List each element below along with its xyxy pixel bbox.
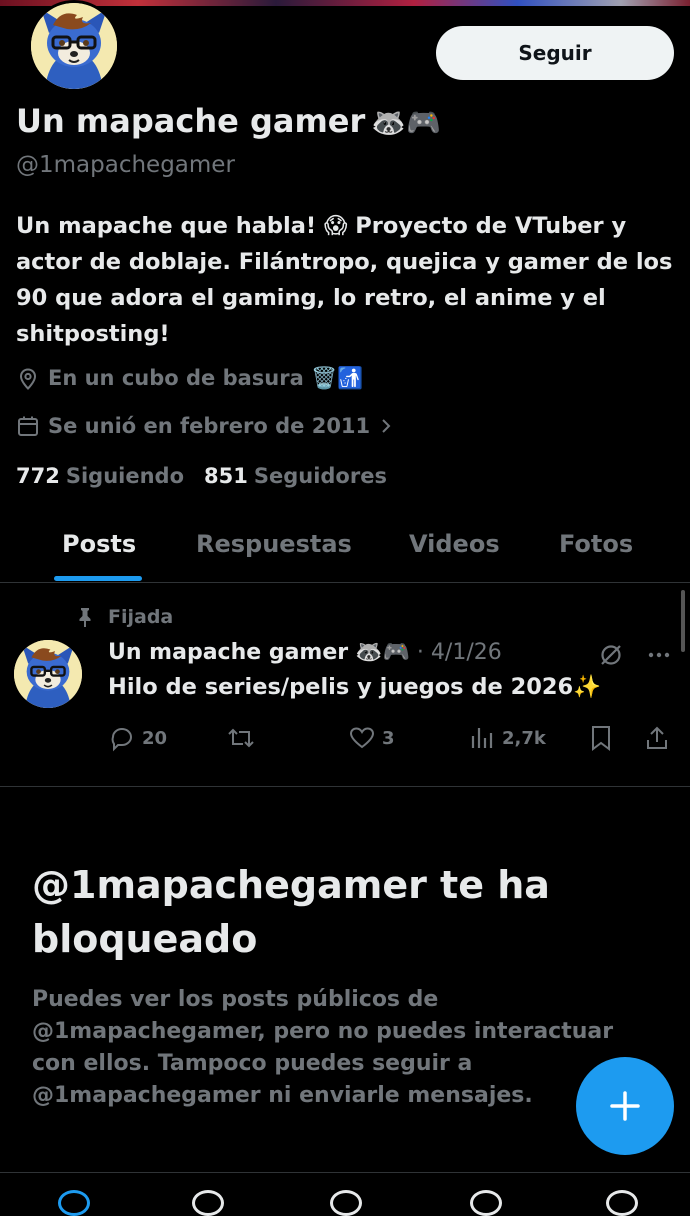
plus-icon bbox=[610, 1091, 640, 1121]
repost-icon bbox=[228, 728, 254, 748]
location-text: En un cubo de basura 🗑️🚮 bbox=[48, 366, 364, 390]
pinned-indicator: Fijada bbox=[74, 606, 173, 628]
profile-name-text: Un mapache gamer bbox=[16, 102, 366, 140]
post-author-avatar[interactable] bbox=[14, 640, 82, 708]
header-banner bbox=[0, 0, 690, 6]
repost-action[interactable] bbox=[226, 724, 262, 752]
views-action[interactable]: 2,7k bbox=[468, 724, 546, 752]
tab-posts[interactable]: Posts bbox=[62, 530, 136, 558]
profile-handle: @1mapachegamer bbox=[16, 152, 235, 178]
like-count: 3 bbox=[382, 727, 395, 749]
heart-icon bbox=[349, 727, 375, 749]
profile-stats: 772 Siguiendo 851 Seguidores bbox=[16, 464, 407, 488]
location-pin-icon bbox=[19, 367, 37, 390]
compose-button[interactable] bbox=[576, 1057, 674, 1155]
following-label: Siguiendo bbox=[65, 464, 184, 488]
tab-fotos[interactable]: Fotos bbox=[559, 530, 633, 558]
views-bar-icon bbox=[471, 728, 493, 748]
share-icon bbox=[647, 726, 667, 749]
profile-avatar[interactable] bbox=[28, 0, 120, 92]
pin-icon bbox=[79, 608, 91, 627]
bottom-nav-border bbox=[0, 1172, 690, 1173]
profile-name-emoji: 🦝🎮 bbox=[371, 106, 441, 139]
raccoon-avatar-image bbox=[31, 3, 117, 89]
blocked-title: @1mapachegamer te ha bloqueado bbox=[32, 863, 550, 961]
raccoon-avatar-image bbox=[14, 640, 82, 708]
bottom-nav-grok-icon[interactable] bbox=[330, 1190, 362, 1216]
reply-action[interactable]: 20 bbox=[108, 724, 167, 752]
view-count: 2,7k bbox=[502, 727, 546, 749]
grok-icon[interactable] bbox=[598, 642, 624, 668]
post-text[interactable]: Hilo de series/pelis y juegos de 2026✨ bbox=[108, 674, 601, 700]
post-actions: 20 3 2,7k bbox=[108, 722, 674, 754]
profile-joined[interactable]: Se unió en febrero de 2011 bbox=[16, 414, 404, 438]
chevron-right-icon bbox=[382, 419, 391, 433]
followers-count: 851 bbox=[204, 464, 248, 488]
tab-videos[interactable]: Videos bbox=[409, 530, 500, 558]
post-date[interactable]: · 4/1/26 bbox=[417, 640, 502, 665]
post-header: Un mapache gamer 🦝🎮 · 4/1/26 bbox=[108, 640, 502, 665]
share-action[interactable] bbox=[644, 724, 670, 752]
post-author-name[interactable]: Un mapache gamer bbox=[108, 640, 348, 665]
followers-label: Seguidores bbox=[253, 464, 387, 488]
bottom-nav-notifications-icon[interactable] bbox=[470, 1190, 502, 1216]
profile-name: Un mapache gamer 🦝🎮 bbox=[16, 102, 441, 140]
scrollbar[interactable] bbox=[681, 590, 685, 652]
tab-respuestas[interactable]: Respuestas bbox=[196, 530, 352, 558]
profile-tabs: Posts Respuestas Videos Fotos bbox=[0, 520, 690, 583]
post-header-icons bbox=[598, 642, 672, 668]
calendar-icon bbox=[18, 416, 38, 436]
pinned-label: Fijada bbox=[108, 606, 174, 628]
bottom-nav-search-icon[interactable] bbox=[192, 1190, 224, 1216]
more-options-icon[interactable] bbox=[646, 642, 672, 668]
active-tab-indicator bbox=[54, 576, 142, 581]
profile-location: En un cubo de basura 🗑️🚮 bbox=[16, 366, 363, 391]
post-author-emoji: 🦝🎮 bbox=[355, 640, 410, 665]
bookmark-action[interactable] bbox=[588, 724, 614, 752]
post-divider bbox=[0, 786, 690, 787]
bottom-nav-messages-icon[interactable] bbox=[606, 1190, 638, 1216]
reply-count: 20 bbox=[142, 727, 168, 749]
profile-bio: Un mapache que habla! 😱 Proyecto de VTub… bbox=[16, 213, 673, 347]
follow-button[interactable]: Seguir bbox=[436, 26, 674, 80]
following-stat[interactable]: 772 Siguiendo bbox=[16, 464, 184, 488]
followers-stat[interactable]: 851 Seguidores bbox=[204, 464, 387, 488]
following-count: 772 bbox=[16, 464, 60, 488]
reply-icon bbox=[111, 728, 132, 752]
joined-text: Se unió en febrero de 2011 bbox=[48, 414, 371, 438]
like-action[interactable]: 3 bbox=[348, 724, 395, 752]
blocked-message: Puedes ver los posts públicos de @1mapac… bbox=[32, 987, 614, 1108]
bottom-nav-home-icon[interactable] bbox=[58, 1190, 90, 1216]
bookmark-icon bbox=[592, 726, 610, 751]
